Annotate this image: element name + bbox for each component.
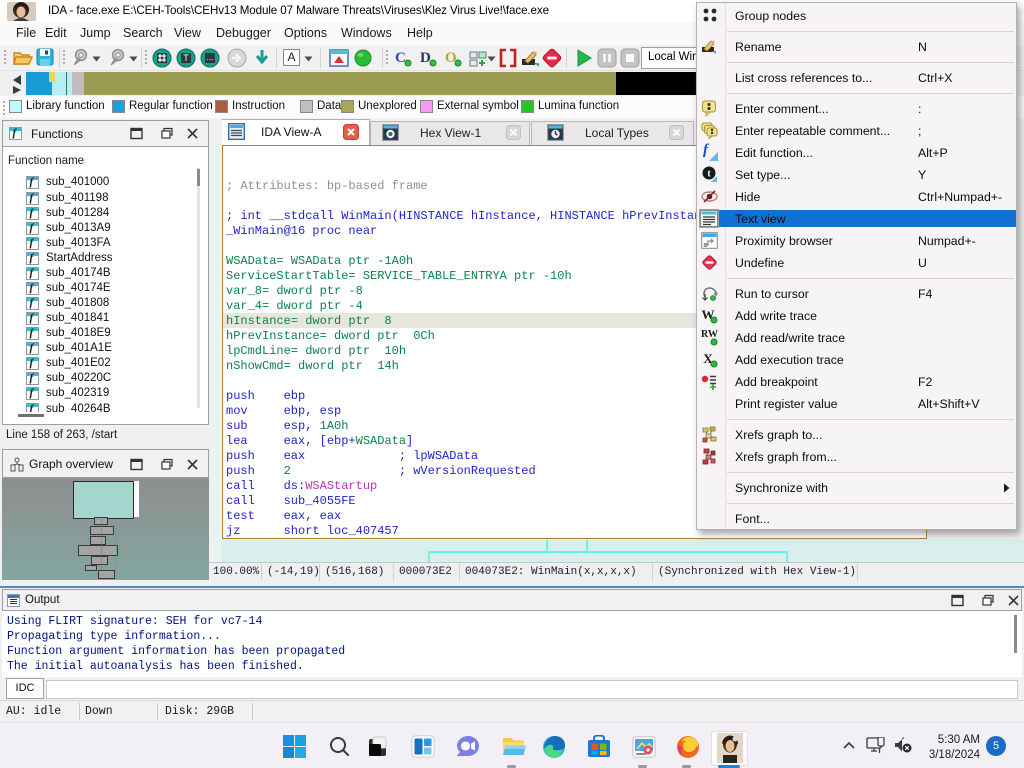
svg-text:...: ... [207,53,214,62]
svg-text:T: T [183,53,189,63]
